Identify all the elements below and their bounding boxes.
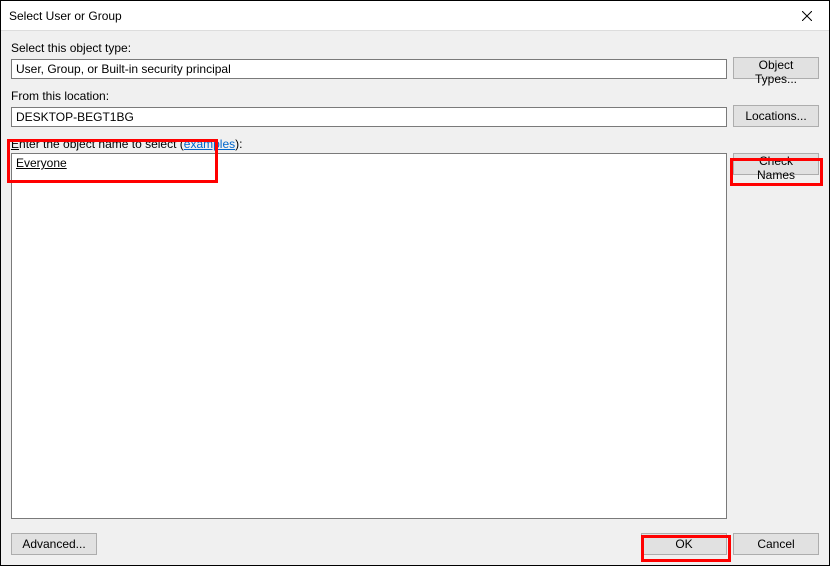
close-icon [802, 11, 812, 21]
advanced-button[interactable]: Advanced... [11, 533, 97, 555]
object-name-label: Enter the object name to select (example… [11, 137, 819, 151]
location-field[interactable] [11, 107, 727, 127]
object-type-field[interactable] [11, 59, 727, 79]
resolved-name: Everyone [16, 156, 67, 170]
object-types-button[interactable]: Object Types... [733, 57, 819, 79]
window-title: Select User or Group [9, 9, 122, 23]
close-button[interactable] [784, 1, 829, 31]
object-type-label: Select this object type: [11, 41, 727, 55]
examples-link[interactable]: examples [184, 137, 235, 151]
cancel-button[interactable]: Cancel [733, 533, 819, 555]
object-name-input[interactable]: Everyone [11, 153, 727, 519]
titlebar: Select User or Group [1, 1, 829, 31]
check-names-button[interactable]: Check Names [733, 153, 819, 175]
ok-button[interactable]: OK [641, 533, 727, 555]
location-label: From this location: [11, 89, 727, 103]
locations-button[interactable]: Locations... [733, 105, 819, 127]
dialog-content: Select this object type: Object Types...… [1, 31, 829, 565]
dialog-footer: Advanced... OK Cancel [11, 533, 819, 555]
